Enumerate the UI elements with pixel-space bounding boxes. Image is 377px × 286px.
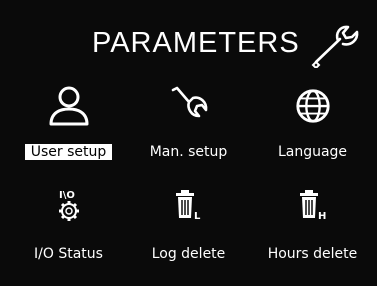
trash-hours-icon: H <box>299 190 326 222</box>
menu-item-hours-delete[interactable]: H Hours delete <box>250 186 375 282</box>
trash-log-icon: L <box>175 190 201 222</box>
user-icon <box>49 86 88 126</box>
menu-item-man-setup[interactable]: Man. setup <box>126 84 251 180</box>
menu-item-log-delete[interactable]: L Log delete <box>126 186 251 282</box>
globe-icon <box>295 89 330 123</box>
page-title: PARAMETERS <box>92 27 300 59</box>
menu-item-label: Language <box>277 144 348 160</box>
menu-item-label: User setup <box>6 143 131 161</box>
header: PARAMETERS <box>0 0 377 84</box>
parameters-screen: PARAMETERS User setup Man. setup Languag… <box>0 0 377 286</box>
wrench-icon <box>311 25 359 68</box>
menu-item-label: Log delete <box>151 246 226 262</box>
menu-item-label: I/O Status <box>34 246 103 262</box>
menu-item-io-status[interactable]: I\O I/O Status <box>6 186 131 282</box>
svg-text:I\O: I\O <box>59 190 75 201</box>
svg-text:L: L <box>194 211 201 222</box>
wrench-icon <box>171 86 207 118</box>
menu-item-label: Man. setup <box>149 144 228 160</box>
menu-item-user-setup[interactable]: User setup <box>6 84 131 180</box>
menu-item-language[interactable]: Language <box>250 84 375 180</box>
io-gear-icon: I\O <box>58 190 79 221</box>
menu-item-label: Hours delete <box>267 246 358 262</box>
svg-text:H: H <box>318 211 326 222</box>
